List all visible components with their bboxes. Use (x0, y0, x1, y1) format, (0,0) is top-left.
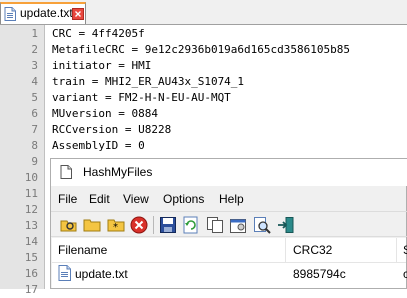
refresh-icon[interactable] (182, 216, 200, 234)
toolbar-separator (153, 216, 154, 234)
text-file-icon (58, 265, 71, 281)
column-header-partial[interactable]: S (403, 243, 407, 257)
menu-options[interactable]: Options (163, 192, 204, 206)
code-line: MetafileCRC = 9e12c2936b019a6d165cd35861… (52, 43, 351, 56)
title-bar[interactable]: HashMyFiles (51, 159, 407, 186)
clear-list-icon[interactable] (130, 216, 148, 234)
svg-text:*: * (113, 222, 118, 233)
hashmyfiles-window: HashMyFiles File Edit View Options Help … (50, 158, 407, 289)
menu-edit[interactable]: Edit (89, 192, 110, 206)
properties-icon[interactable] (229, 216, 247, 234)
line-number: 17 (24, 283, 38, 296)
line-number: 2 (31, 43, 38, 56)
line-number: 13 (24, 219, 38, 232)
toolbar: * (51, 211, 407, 237)
line-number: 3 (31, 59, 38, 72)
tab-label: update.txt (20, 6, 73, 20)
line-number: 11 (24, 187, 38, 200)
menu-file[interactable]: File (58, 192, 77, 206)
list-header: Filename CRC32 S (52, 238, 407, 263)
code-line: CRC = 4ff4205f (52, 27, 145, 40)
line-number: 10 (24, 171, 38, 184)
code-line: variant = FM2-H-N-EU-AU-MQT (52, 91, 231, 104)
column-divider[interactable] (285, 238, 286, 262)
copy-icon[interactable] (206, 216, 224, 234)
exit-icon[interactable] (277, 216, 295, 234)
column-header-crc32[interactable]: CRC32 (293, 243, 332, 257)
line-number: 15 (24, 251, 38, 264)
line-number: 7 (31, 123, 38, 136)
cell-filename: update.txt (75, 267, 128, 281)
code-line: train = MHI2_ER_AU43x_S1074_1 (52, 75, 245, 88)
menu-view[interactable]: View (123, 192, 149, 206)
line-number: 1 (31, 27, 38, 40)
hashmyfiles-app-icon (60, 165, 72, 179)
open-files-icon[interactable] (60, 216, 78, 234)
menu-help[interactable]: Help (219, 192, 244, 206)
table-row[interactable]: update.txt 8985794c c (52, 264, 407, 284)
document-icon (4, 7, 16, 21)
file-list[interactable]: Filename CRC32 S update.txt 8985794c c (52, 238, 407, 288)
line-number: 5 (31, 91, 38, 104)
line-number: 8 (31, 139, 38, 152)
code-line: AssemblyID = 0 (52, 139, 145, 152)
save-icon[interactable] (159, 216, 177, 234)
open-folder-icon[interactable] (83, 216, 101, 234)
line-number: 14 (24, 235, 38, 248)
code-line: initiator = HMI (52, 59, 152, 72)
cell-partial: c (403, 267, 407, 281)
line-number: 4 (31, 75, 38, 88)
line-number: 12 (24, 203, 38, 216)
tab-update-txt[interactable]: update.txt (0, 2, 86, 24)
column-header-filename[interactable]: Filename (58, 243, 107, 257)
window-title: HashMyFiles (83, 165, 153, 179)
line-number: 9 (31, 155, 38, 168)
close-icon[interactable] (72, 8, 84, 20)
find-icon[interactable] (253, 216, 271, 234)
code-line: MUversion = 0884 (52, 107, 158, 120)
cell-crc32: 8985794c (293, 267, 346, 281)
code-line: RCCversion = U8228 (52, 123, 172, 136)
add-wildcard-icon[interactable]: * (107, 216, 125, 234)
line-number: 16 (24, 267, 38, 280)
column-divider[interactable] (396, 238, 397, 262)
editor-tab-bar: update.txt (0, 0, 407, 25)
line-number: 6 (31, 107, 38, 120)
menu-bar: File Edit View Options Help (51, 190, 407, 210)
